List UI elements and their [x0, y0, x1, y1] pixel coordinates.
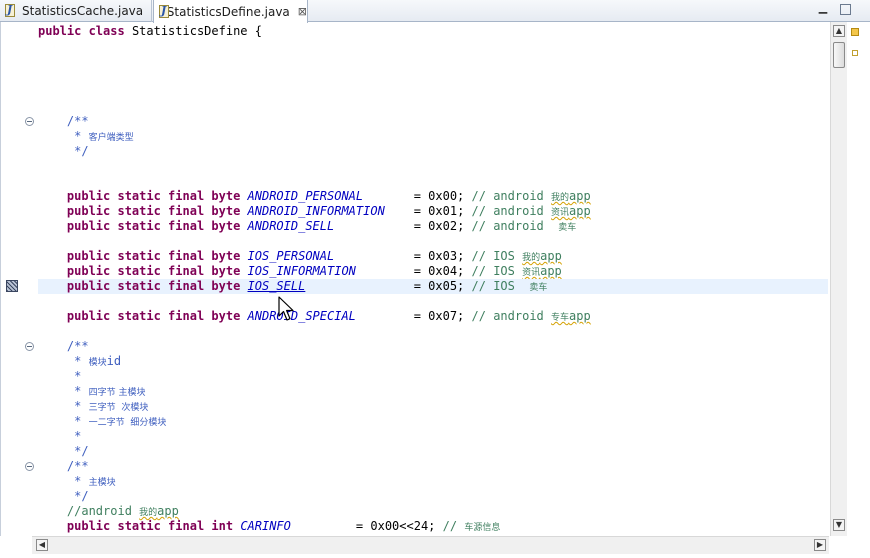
vertical-ruler	[1, 22, 37, 536]
code-line: /**	[66, 339, 89, 353]
scroll-up-arrow-icon[interactable]: ▲	[833, 25, 845, 37]
code-line: *	[66, 369, 82, 383]
vertical-scroll-thumb[interactable]	[833, 42, 845, 68]
code-line: public static final byte ANDROID_PERSONA…	[66, 189, 591, 203]
code-line: */	[66, 489, 89, 503]
scroll-right-arrow-icon[interactable]: ▶	[814, 539, 826, 551]
scroll-down-arrow-icon[interactable]: ▼	[833, 519, 845, 531]
tab-label: StatisticsDefine.java	[166, 4, 290, 19]
code-line: /**	[66, 114, 89, 128]
code-line: public static final byte IOS_PERSONAL = …	[66, 249, 562, 263]
code-line: * 主模块	[66, 474, 116, 488]
maximize-button[interactable]	[840, 4, 851, 15]
code-line: public class StatisticsDefine {	[38, 24, 262, 38]
warning-indicator-icon[interactable]	[851, 28, 859, 36]
fold-collapse-icon[interactable]	[25, 462, 34, 471]
minimize-button[interactable]: ▁	[816, 2, 830, 16]
code-line: public static final byte ANDROID_SPECIAL…	[66, 309, 591, 323]
overview-ruler[interactable]	[847, 22, 867, 536]
java-file-icon: J	[158, 4, 169, 19]
tab-statistics-define[interactable]: J StatisticsDefine.java ⊠	[153, 0, 308, 23]
code-line: * 三字节 次模块	[66, 399, 149, 413]
java-file-icon: J	[4, 3, 17, 18]
code-line: public static final byte ANDROID_SELL = …	[66, 219, 577, 233]
scroll-left-arrow-icon[interactable]: ◀	[36, 539, 48, 551]
vertical-scrollbar[interactable]: ▲ ▼	[830, 22, 847, 536]
code-line: * 一二字节 细分模块	[66, 414, 167, 428]
horizontal-scrollbar[interactable]: ◀ ▶	[32, 536, 829, 554]
code-line: public static final byte IOS_INFORMATION…	[66, 264, 562, 278]
fold-collapse-icon[interactable]	[25, 342, 34, 351]
fold-collapse-icon[interactable]	[25, 117, 34, 126]
tab-label: StatisticsCache.java	[22, 4, 144, 18]
code-line: */	[66, 144, 89, 158]
annotation-marker-icon[interactable]	[852, 50, 858, 56]
code-line: *	[66, 429, 82, 443]
close-icon[interactable]: ⊠	[298, 6, 307, 17]
code-line: public static final byte ANDROID_INFORMA…	[66, 204, 591, 218]
mouse-pointer-icon	[278, 296, 294, 321]
code-line: //android 我的app	[66, 504, 179, 518]
code-line: /**	[66, 459, 89, 473]
code-line: public static final int CARINFO = 0x00<<…	[66, 519, 501, 533]
code-line: * 客户端类型	[66, 129, 134, 143]
occurrence-marker-icon[interactable]	[6, 280, 18, 292]
code-text[interactable]: public class StatisticsDefine { /** * 客户…	[38, 24, 828, 534]
tab-statistics-cache[interactable]: J StatisticsCache.java	[0, 0, 152, 22]
code-line: * 模块id	[66, 354, 122, 368]
current-code-line: public static final byte IOS_SELL = 0x05…	[38, 279, 828, 294]
editor-tab-bar: J StatisticsCache.java J StatisticsDefin…	[0, 0, 870, 23]
code-line: */	[66, 444, 89, 458]
code-line: * 四字节 主模块	[66, 384, 146, 398]
code-editor[interactable]: public class StatisticsDefine { /** * 客户…	[0, 22, 870, 536]
